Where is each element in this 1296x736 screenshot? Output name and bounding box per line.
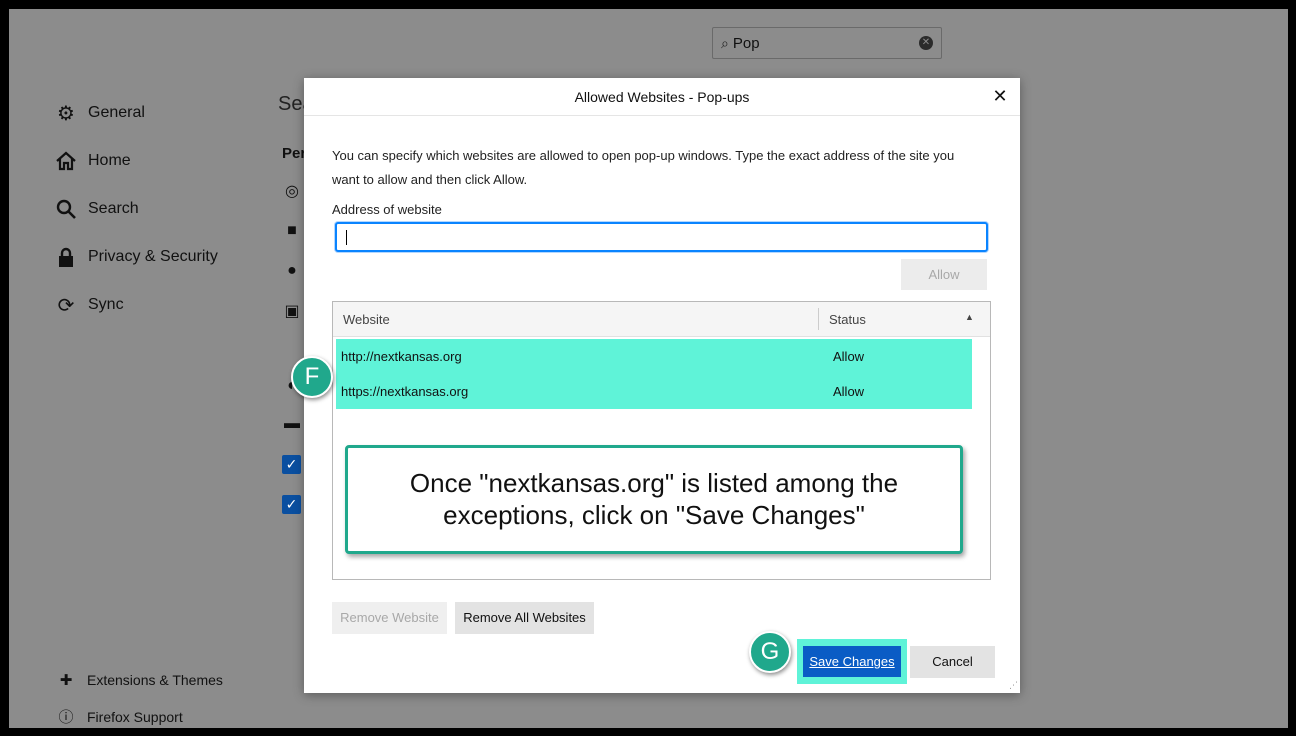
sort-ascending-icon: ▲ <box>965 312 974 322</box>
vr-icon: ▬ <box>284 415 300 432</box>
step-badge-g: G <box>749 631 791 673</box>
column-divider <box>818 308 819 330</box>
text-caret <box>346 230 347 245</box>
callout-line: exceptions, click on "Save Changes" <box>443 500 865 530</box>
checkbox[interactable]: ✓ <box>282 455 301 474</box>
search-icon <box>54 197 78 221</box>
sidebar-footer: ✚ Extensions & Themes ⓘ Firefox Support <box>57 661 223 728</box>
sidebar-item-label: General <box>88 104 145 121</box>
save-changes-button[interactable]: Save Changes <box>803 646 901 677</box>
sidebar-item-label: Extensions & Themes <box>87 671 223 688</box>
address-input[interactable] <box>335 222 988 252</box>
remove-website-button[interactable]: Remove Website <box>332 602 447 634</box>
clear-search-icon[interactable]: ✕ <box>919 36 933 50</box>
instruction-callout: Once "nextkansas.org" is listed among th… <box>345 445 963 554</box>
status-cell: Allow <box>833 384 865 399</box>
column-header-status[interactable]: Status <box>829 312 866 327</box>
remove-all-websites-button[interactable]: Remove All Websites <box>455 602 594 634</box>
table-row[interactable]: https://nextkansas.org Allow <box>336 374 972 409</box>
column-header-website[interactable]: Website <box>343 312 390 327</box>
microphone-icon: ● <box>287 262 297 279</box>
resize-grip-icon[interactable]: ⋰ <box>1009 680 1018 691</box>
sidebar: ⚙ General Home Search Privacy & Security… <box>54 89 218 329</box>
sidebar-item-label: Search <box>88 200 139 217</box>
allowed-websites-dialog: Allowed Websites - Pop-ups ✕ You can spe… <box>304 78 1020 693</box>
sidebar-item-sync[interactable]: ⟳ Sync <box>54 281 218 329</box>
sidebar-item-search[interactable]: Search <box>54 185 218 233</box>
sidebar-item-label: Home <box>88 152 131 169</box>
sidebar-item-general[interactable]: ⚙ General <box>54 89 218 137</box>
allow-button[interactable]: Allow <box>901 259 987 290</box>
cancel-button[interactable]: Cancel <box>910 646 995 678</box>
step-badge-f: F <box>291 356 333 398</box>
status-cell: Allow <box>833 349 865 364</box>
location-icon: ◎ <box>285 183 299 200</box>
search-input[interactable]: ⌕ Pop ✕ <box>712 27 942 59</box>
sidebar-item-label: Privacy & Security <box>88 248 218 265</box>
close-icon[interactable]: ✕ <box>990 86 1010 106</box>
website-cell: https://nextkansas.org <box>341 384 469 399</box>
search-icon: ⌕ <box>721 34 729 51</box>
table-header: Website Status ▲ <box>333 302 990 337</box>
camera-icon: ■ <box>287 222 297 239</box>
dialog-description: You can specify which websites are allow… <box>332 148 955 187</box>
preferences-window: ⌕ Pop ✕ ⚙ General Home Search Privacy & … <box>9 9 1288 728</box>
dialog-title: Allowed Websites - Pop-ups <box>304 78 1020 116</box>
sidebar-item-privacy[interactable]: Privacy & Security <box>54 233 218 281</box>
checkbox[interactable]: ✓ <box>282 495 301 514</box>
address-label: Address of website <box>332 202 442 217</box>
section-title: Per <box>282 145 307 162</box>
sidebar-item-home[interactable]: Home <box>54 137 218 185</box>
notification-icon: ▣ <box>284 303 300 320</box>
sidebar-item-extensions[interactable]: ✚ Extensions & Themes <box>57 661 223 698</box>
puzzle-icon: ✚ <box>59 671 73 689</box>
sidebar-item-label: Sync <box>88 296 124 313</box>
help-icon: ⓘ <box>58 709 74 726</box>
home-icon <box>54 149 78 173</box>
website-cell: http://nextkansas.org <box>341 349 462 364</box>
table-row[interactable]: http://nextkansas.org Allow <box>336 339 972 374</box>
search-value: Pop <box>732 34 760 52</box>
callout-line: Once "nextkansas.org" is listed among th… <box>409 468 899 498</box>
lock-icon <box>54 245 78 269</box>
gear-icon: ⚙ <box>57 102 75 125</box>
sidebar-item-label: Firefox Support <box>87 708 183 725</box>
sidebar-item-support[interactable]: ⓘ Firefox Support <box>57 698 223 728</box>
sync-icon: ⟳ <box>57 294 75 317</box>
